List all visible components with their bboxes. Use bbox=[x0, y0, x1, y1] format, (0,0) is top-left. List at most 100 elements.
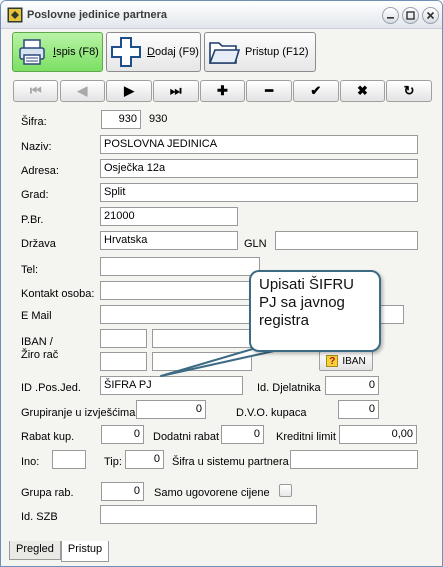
iban-button[interactable]: ? IBAN bbox=[319, 351, 373, 371]
id-szb-field[interactable] bbox=[100, 505, 317, 524]
kreditni-limit-label: Kreditni limit bbox=[276, 431, 336, 443]
kreditni-limit-field[interactable]: 0,00 bbox=[339, 425, 417, 444]
access-button[interactable]: Pristup (F12) bbox=[204, 32, 316, 72]
nav-first-button[interactable]: ⏮ bbox=[13, 80, 59, 102]
minus-icon: ━ bbox=[265, 83, 274, 98]
sifra-label: Šifra: bbox=[21, 116, 47, 128]
help-callout: Upisati ŠIFRU PJ sa javnog registra bbox=[249, 270, 381, 352]
nav-confirm-button[interactable]: ✔ bbox=[293, 80, 339, 102]
minimize-icon bbox=[387, 17, 394, 19]
dvo-kupaca-label: D.V.O. kupaca bbox=[236, 407, 307, 419]
sifra-sustav-field[interactable] bbox=[290, 450, 418, 469]
help-icon: ? bbox=[326, 355, 339, 367]
tip-label: Tip: bbox=[104, 456, 122, 468]
callout-line-2: PJ sa javnog bbox=[259, 294, 345, 311]
rabat-kup-label: Rabat kup. bbox=[21, 431, 75, 443]
ziro-label: Žiro rač bbox=[21, 349, 59, 361]
print-button[interactable]: Ispis (F8) bbox=[12, 32, 103, 72]
grad-field[interactable]: Split bbox=[100, 183, 418, 202]
id-szb-label: Id. SZB bbox=[21, 511, 58, 523]
naziv-field[interactable]: POSLOVNA JEDINICA bbox=[100, 135, 418, 154]
tel-label: Tel: bbox=[21, 264, 39, 276]
checkmark-icon: ✔ bbox=[310, 83, 322, 98]
tel-field[interactable] bbox=[100, 257, 260, 276]
last-record-icon: ⏭ bbox=[169, 83, 182, 98]
drzava-field[interactable]: Hrvatska bbox=[100, 231, 238, 250]
samo-ugovorene-label: Samo ugovorene cijene bbox=[154, 487, 270, 499]
plus-icon: ✚ bbox=[216, 83, 228, 98]
prev-record-icon: ◀ bbox=[77, 83, 88, 98]
cancel-icon: ✖ bbox=[356, 83, 368, 98]
nav-cancel-button[interactable]: ✖ bbox=[339, 80, 386, 102]
iban-label: IBAN / bbox=[21, 336, 53, 348]
id-djelatnika-field[interactable]: 0 bbox=[325, 376, 379, 395]
first-record-icon: ⏮ bbox=[29, 83, 42, 98]
sifra-field[interactable]: 930 bbox=[101, 110, 141, 129]
callout-line-1: Upisati ŠIFRU bbox=[259, 276, 355, 293]
next-record-icon: ▶ bbox=[124, 83, 135, 98]
dodatni-rabat-label: Dodatni rabat bbox=[153, 431, 220, 443]
folder-icon bbox=[207, 35, 241, 69]
close-icon bbox=[426, 11, 435, 20]
callout-line-3: registra bbox=[259, 312, 310, 329]
grupa-rab-field[interactable]: 0 bbox=[101, 482, 144, 501]
minimize-button[interactable] bbox=[382, 7, 399, 24]
ziro-account-field[interactable] bbox=[152, 352, 252, 371]
kontakt-label: Kontakt osoba: bbox=[21, 288, 95, 300]
drzava-label: Država bbox=[21, 238, 56, 250]
nav-last-button[interactable]: ⏭ bbox=[153, 80, 199, 102]
adresa-label: Adresa: bbox=[21, 165, 59, 177]
ziro-bank-field[interactable] bbox=[100, 352, 147, 371]
iban-country-field[interactable] bbox=[100, 329, 147, 348]
record-navigator: ⏮ ◀ ▶ ⏭ ✚ ━ ✔ ✖ ↻ bbox=[13, 80, 433, 102]
print-label: Ispis (F8) bbox=[53, 46, 99, 58]
dodatni-rabat-field[interactable]: 0 bbox=[221, 425, 264, 444]
printer-icon bbox=[15, 35, 49, 69]
iban-account-field[interactable] bbox=[152, 329, 252, 348]
title-bar: Poslovne jedinice partnera bbox=[1, 1, 442, 29]
tab-strip: Pregled Pristup bbox=[9, 541, 110, 562]
sifra-sustav-label: Šifra u sistemu partnera bbox=[172, 456, 289, 468]
maximize-icon bbox=[406, 11, 415, 20]
nav-prev-button[interactable]: ◀ bbox=[59, 80, 106, 102]
pbr-field[interactable]: 21000 bbox=[100, 207, 238, 226]
tab-pristup[interactable]: Pristup bbox=[60, 541, 110, 562]
window: Poslovne jedinice partnera Ispis (F8) Do… bbox=[0, 0, 443, 567]
samo-ugovorene-checkbox[interactable] bbox=[279, 484, 292, 497]
rabat-kup-field[interactable]: 0 bbox=[101, 425, 144, 444]
tab-pregled[interactable]: Pregled bbox=[9, 541, 61, 560]
sifra-display: 930 bbox=[149, 113, 168, 125]
nav-delete-button[interactable]: ━ bbox=[246, 80, 292, 102]
pbr-label: P.Br. bbox=[21, 214, 44, 226]
nav-refresh-button[interactable]: ↻ bbox=[386, 80, 432, 102]
naziv-label: Naziv: bbox=[21, 141, 52, 153]
grupiranje-label: Grupiranje u izvješćima bbox=[21, 407, 136, 419]
window-title: Poslovne jedinice partnera bbox=[27, 9, 167, 21]
dvo-kupaca-field[interactable]: 0 bbox=[338, 400, 379, 419]
ino-field[interactable] bbox=[52, 450, 86, 469]
email-label: E Mail bbox=[21, 310, 52, 322]
refresh-icon: ↻ bbox=[403, 83, 415, 98]
gln-label: GLN bbox=[244, 238, 267, 250]
id-pos-jed-field[interactable]: ŠIFRA PJ bbox=[100, 376, 243, 395]
close-button[interactable] bbox=[422, 7, 439, 24]
nav-next-button[interactable]: ▶ bbox=[106, 80, 152, 102]
id-pos-jed-label: ID .Pos.Jed. bbox=[21, 382, 81, 394]
toolbar: Ispis (F8) Dodaj (F9) Pristup (F12) bbox=[6, 30, 437, 74]
adresa-field[interactable]: Osječka 12a bbox=[100, 159, 418, 178]
plus-icon bbox=[109, 35, 143, 69]
add-label: Dodaj (F9) bbox=[147, 46, 199, 58]
add-button[interactable]: Dodaj (F9) bbox=[106, 32, 201, 72]
access-label: Pristup (F12) bbox=[245, 46, 309, 58]
gln-field[interactable] bbox=[275, 231, 418, 250]
tip-field[interactable]: 0 bbox=[125, 450, 164, 469]
grad-label: Grad: bbox=[21, 189, 49, 201]
app-icon bbox=[7, 7, 23, 23]
maximize-button[interactable] bbox=[402, 7, 419, 24]
grupa-rab-label: Grupa rab. bbox=[21, 487, 74, 499]
nav-add-button[interactable]: ✚ bbox=[199, 80, 246, 102]
iban-button-label: IBAN bbox=[342, 355, 366, 367]
id-djelatnika-label: Id. Djelatnika bbox=[257, 382, 321, 394]
grupiranje-field[interactable]: 0 bbox=[136, 400, 206, 419]
kontakt-field[interactable] bbox=[100, 281, 260, 300]
